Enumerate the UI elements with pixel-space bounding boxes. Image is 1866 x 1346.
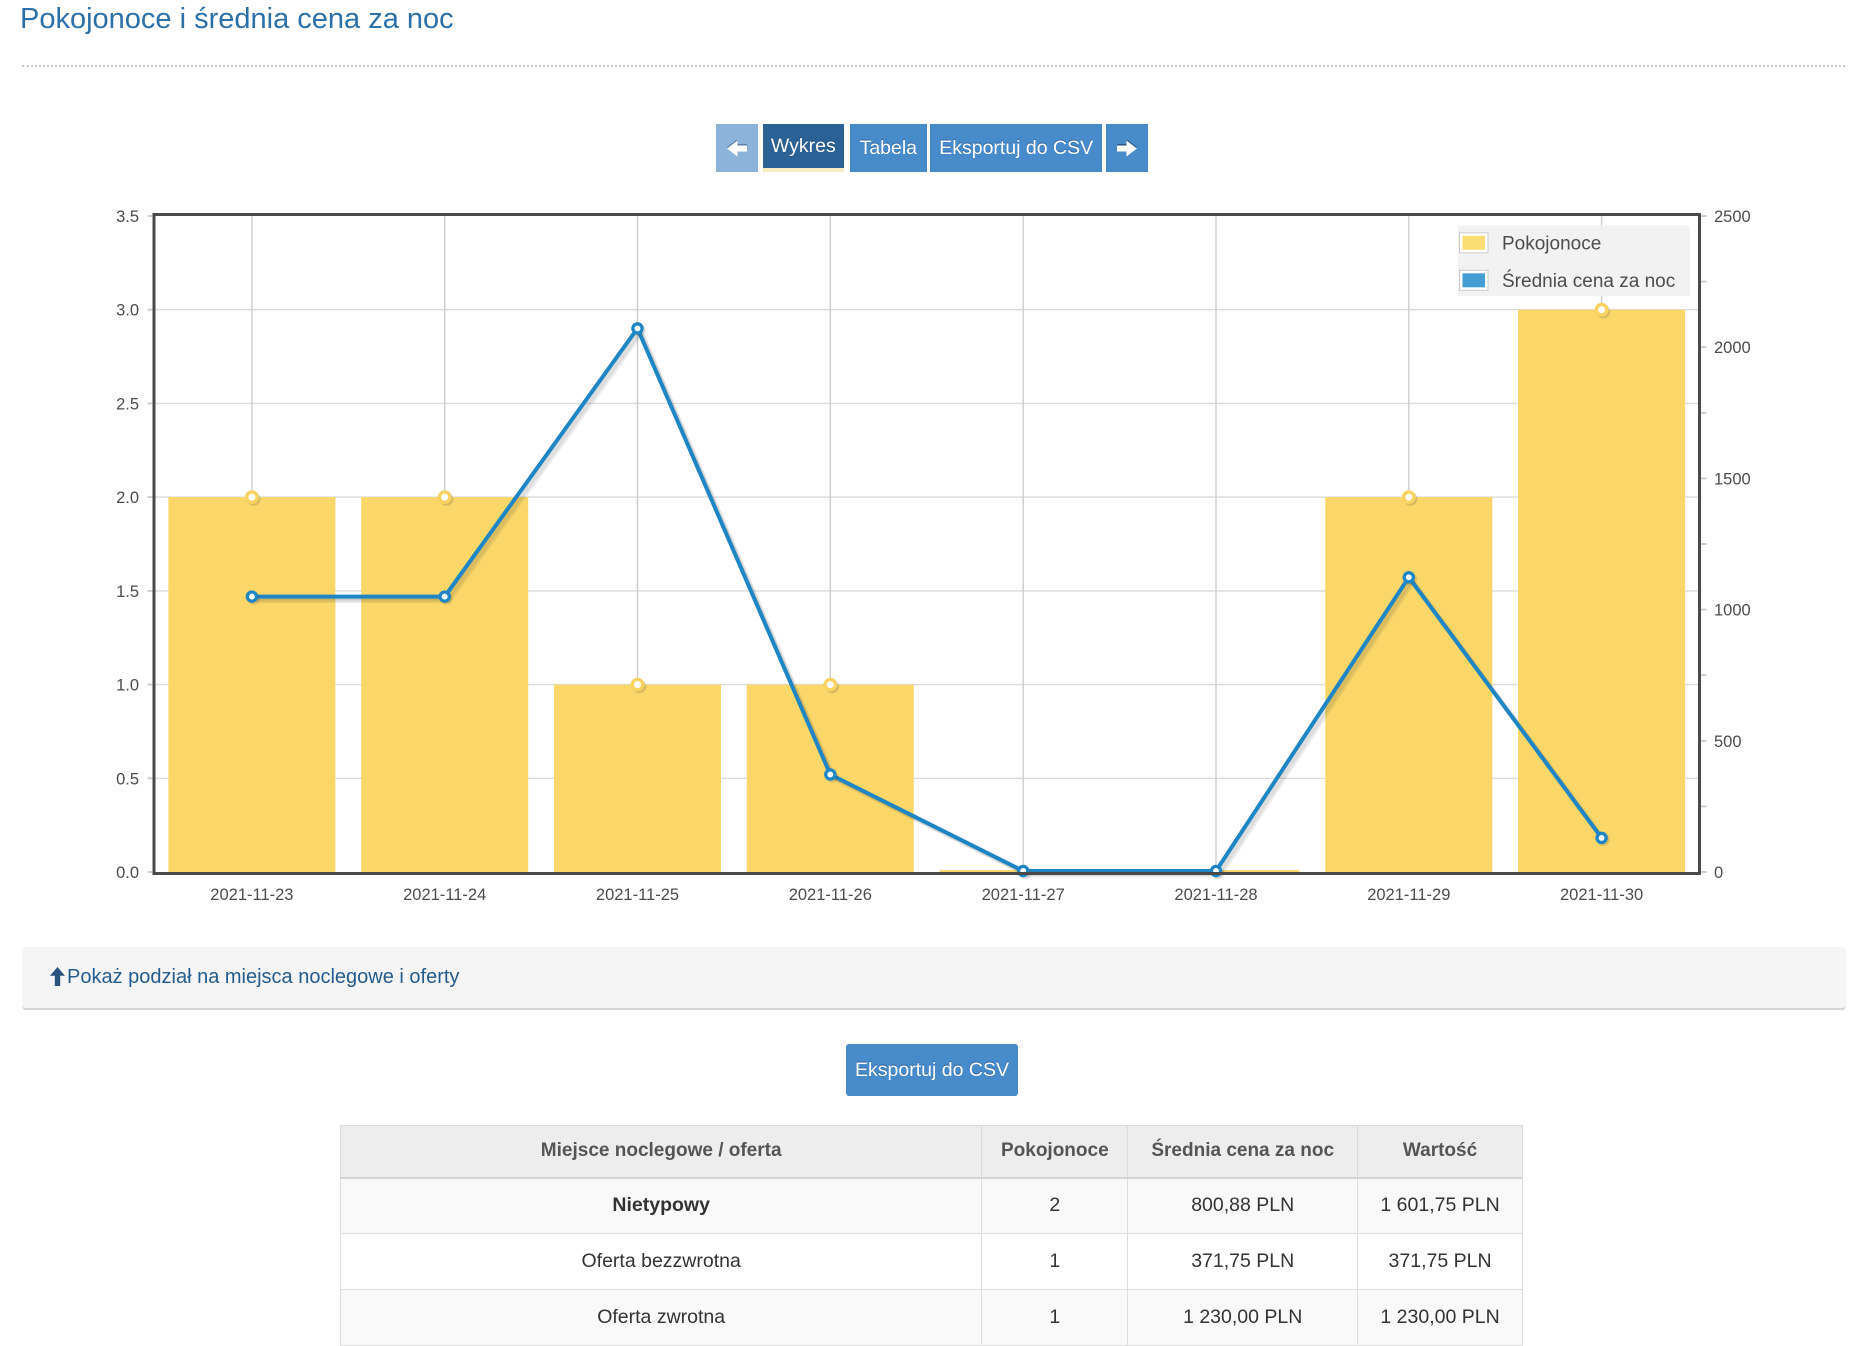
- svg-text:2.0: 2.0: [116, 489, 139, 507]
- svg-text:2021-11-25: 2021-11-25: [596, 886, 679, 904]
- svg-text:1500: 1500: [1714, 470, 1751, 488]
- svg-text:2021-11-27: 2021-11-27: [982, 886, 1065, 904]
- svg-text:2021-11-28: 2021-11-28: [1174, 886, 1257, 904]
- svg-text:Średnia cena za noc: Średnia cena za noc: [1502, 270, 1675, 292]
- svg-text:0: 0: [1714, 864, 1723, 882]
- svg-text:2021-11-24: 2021-11-24: [403, 886, 486, 904]
- svg-text:3.5: 3.5: [116, 208, 139, 226]
- svg-text:0.0: 0.0: [116, 864, 139, 882]
- svg-text:1.5: 1.5: [116, 583, 139, 601]
- svg-text:2021-11-29: 2021-11-29: [1367, 886, 1450, 904]
- svg-text:1.0: 1.0: [116, 677, 139, 695]
- svg-text:1000: 1000: [1714, 602, 1751, 620]
- svg-text:2500: 2500: [1714, 208, 1751, 226]
- svg-text:500: 500: [1714, 733, 1742, 751]
- svg-text:0.5: 0.5: [116, 770, 139, 788]
- svg-text:2021-11-30: 2021-11-30: [1560, 886, 1643, 904]
- svg-text:2.5: 2.5: [116, 395, 139, 413]
- svg-text:2021-11-26: 2021-11-26: [789, 886, 872, 904]
- svg-text:2021-11-23: 2021-11-23: [210, 886, 293, 904]
- svg-text:2000: 2000: [1714, 339, 1751, 357]
- svg-text:3.0: 3.0: [116, 302, 139, 320]
- svg-text:Pokojonoce: Pokojonoce: [1502, 234, 1601, 255]
